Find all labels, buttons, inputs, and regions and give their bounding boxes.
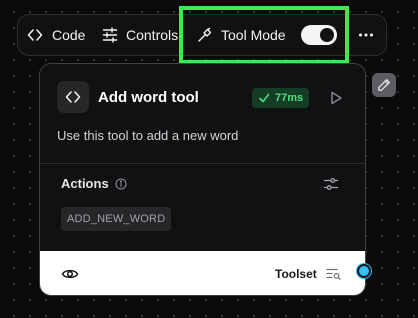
more-options-button[interactable] xyxy=(358,15,374,55)
info-icon[interactable] xyxy=(115,177,127,190)
tool-mode-highlight: Tool Mode xyxy=(179,6,349,64)
toggle-knob xyxy=(319,28,334,42)
tool-mode-label: Tool Mode xyxy=(221,27,286,43)
actions-section: Actions ADD_NEW_WORD xyxy=(40,164,365,244)
node-description: Use this tool to add a new word xyxy=(57,128,239,143)
more-horizontal-icon xyxy=(359,33,373,37)
sliders-icon xyxy=(102,27,118,43)
tool-mode-toggle[interactable] xyxy=(300,25,337,45)
toolset-output-label: Toolset xyxy=(275,267,317,281)
controls-button-label: Controls xyxy=(126,27,179,43)
node-footer: Toolset xyxy=(40,251,365,295)
check-icon xyxy=(259,93,270,103)
node-header: Add word tool 77ms Use this tool to add … xyxy=(40,64,365,164)
code-icon xyxy=(27,29,43,41)
code-button[interactable]: Code xyxy=(27,15,85,55)
actions-header: Actions xyxy=(61,176,127,191)
settings-sliders-icon[interactable] xyxy=(323,176,339,192)
edit-button[interactable] xyxy=(372,73,396,97)
code-button-label: Code xyxy=(52,27,86,43)
node-title[interactable]: Add word tool xyxy=(98,89,199,106)
eye-icon[interactable] xyxy=(61,265,79,283)
pencil-icon xyxy=(378,79,390,91)
actions-label: Actions xyxy=(61,176,109,191)
tool-node-card[interactable]: Add word tool 77ms Use this tool to add … xyxy=(39,63,366,296)
list-search-icon xyxy=(326,268,341,280)
hammer-icon xyxy=(198,27,212,42)
run-time-value: 77ms xyxy=(275,92,304,104)
play-icon[interactable] xyxy=(329,91,343,105)
action-chip[interactable]: ADD_NEW_WORD xyxy=(61,207,172,231)
node-icon-badge xyxy=(57,81,89,113)
output-handle[interactable] xyxy=(357,264,371,278)
controls-button[interactable]: Controls xyxy=(102,15,178,55)
run-time-badge[interactable]: 77ms xyxy=(252,88,310,108)
tool-mode-button[interactable]: Tool Mode xyxy=(197,25,337,45)
code-brackets-icon xyxy=(65,91,81,103)
